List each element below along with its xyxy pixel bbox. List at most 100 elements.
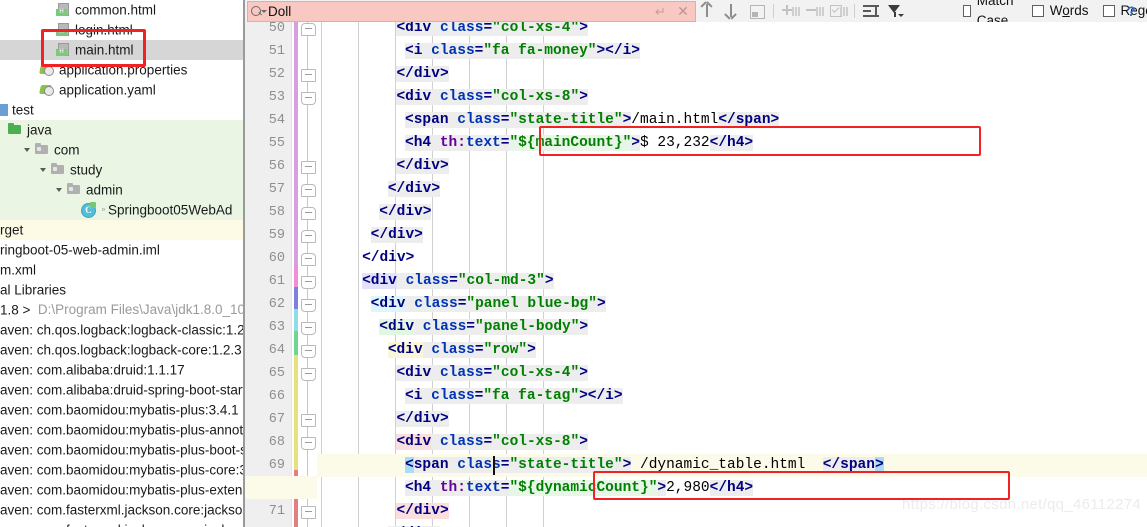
close-icon[interactable]: ✕ xyxy=(676,4,690,18)
checkbox-regex[interactable]: Regex xyxy=(1102,1,1147,21)
vcs-change-marker[interactable] xyxy=(294,265,298,287)
tree-item-login-html[interactable]: Hlogin.html xyxy=(0,20,245,40)
code-line[interactable]: <div class="col-xs-4"> xyxy=(317,362,1147,385)
tree-item-aven-com-alibaba-druid-spring-boot-start[interactable]: aven: com.alibaba:druid-spring-boot-star… xyxy=(0,380,245,400)
fold-marker[interactable] xyxy=(301,69,316,82)
code-line[interactable]: <div class="row"> xyxy=(317,339,1147,362)
code-line[interactable]: </div> xyxy=(317,178,1147,201)
code-line[interactable]: </div> xyxy=(317,201,1147,224)
find-in-path-toolbar[interactable]: Doll ↵ ✕ Match Case Words Reg ? xyxy=(245,0,1147,28)
fold-marker[interactable] xyxy=(301,207,316,220)
tree-item-aven-com-baomidou-mybatis-plus-3-4-1[interactable]: aven: com.baomidou:mybatis-plus:3.4.1 xyxy=(0,400,245,420)
code-folding-column[interactable] xyxy=(300,22,316,527)
tree-item-application-yaml[interactable]: application.yaml xyxy=(0,80,245,100)
tree-item-aven-ch-qos-logback-logback-core-1-2-3[interactable]: aven: ch.qos.logback:logback-core:1.2.3 xyxy=(0,340,245,360)
tree-item-java[interactable]: java xyxy=(0,120,245,140)
code-line[interactable]: <span class="state-title">/main.html</sp… xyxy=(317,109,1147,132)
line-number: 63 xyxy=(268,320,285,335)
tree-item-ringboot-05-web-admin-iml[interactable]: ringboot-05-web-admin.iml xyxy=(0,240,245,260)
code-line[interactable]: <div class="panel blue-bg"> xyxy=(317,293,1147,316)
funnel-icon[interactable] xyxy=(883,1,907,21)
vcs-change-marker[interactable] xyxy=(294,287,298,309)
help-icon[interactable]: ? xyxy=(1127,3,1136,19)
code-line[interactable]: </div> xyxy=(317,247,1147,270)
tree-item-aven-ch-qos-logback-logback-classic-1-2-3[interactable]: aven: ch.qos.logback:logback-classic:1.2… xyxy=(0,320,245,340)
twisty-icon[interactable] xyxy=(56,180,67,200)
code-line[interactable]: <div class="col-xs-8"> xyxy=(317,86,1147,109)
fold-marker[interactable] xyxy=(301,184,316,197)
tree-item-m-xml[interactable]: m.xml xyxy=(0,260,245,280)
vcs-change-marker[interactable] xyxy=(294,309,298,331)
select-box-icon[interactable] xyxy=(745,1,769,21)
checkbox-box-icon[interactable] xyxy=(1031,5,1044,17)
code-line[interactable]: </div> xyxy=(317,224,1147,247)
fold-marker[interactable] xyxy=(301,322,316,335)
return-icon[interactable]: ↵ xyxy=(655,5,669,18)
text-format-icon[interactable] xyxy=(859,1,883,21)
vcs-change-marker[interactable] xyxy=(294,22,298,265)
twisty-icon[interactable] xyxy=(40,160,51,180)
fold-marker[interactable] xyxy=(301,92,316,105)
code-line[interactable]: <div class="col-md-3"> xyxy=(317,270,1147,293)
fold-marker[interactable] xyxy=(301,23,316,36)
code-text-area[interactable]: <div class="col-xs-4"> <i class="fa fa-mo… xyxy=(317,22,1147,527)
tree-item-aven-com-baomidou-mybatis-plus-extensi[interactable]: aven: com.baomidou:mybatis-plus-extensi xyxy=(0,480,245,500)
project-tree-panel[interactable]: Hcommon.html Hlogin.html Hmain.html applica… xyxy=(0,0,245,527)
line-number: 72 xyxy=(245,523,285,527)
fold-marker[interactable] xyxy=(301,230,316,243)
tree-item-common-html[interactable]: Hcommon.html xyxy=(0,0,245,20)
checkbox-words[interactable]: Words xyxy=(1031,1,1089,21)
code-line[interactable]: </div> xyxy=(317,523,1147,527)
line-number: 64 xyxy=(268,343,285,358)
fold-marker[interactable] xyxy=(301,161,316,174)
tree-item-study[interactable]: study xyxy=(0,160,245,180)
code-line[interactable]: </div> xyxy=(317,155,1147,178)
tree-item-aven-com-baomidou-mybatis-plus-core-3[interactable]: aven: com.baomidou:mybatis-plus-core:3. xyxy=(0,460,245,480)
tree-item-test[interactable]: test xyxy=(0,100,245,120)
search-input[interactable]: Doll ↵ ✕ xyxy=(247,1,696,22)
tree-item-aven-com-baomidou-mybatis-plus-annota[interactable]: aven: com.baomidou:mybatis-plus-annota xyxy=(0,420,245,440)
tree-item-springboot05webad[interactable]: C ◦ Springboot05WebAd xyxy=(0,200,245,220)
code-editor[interactable]: 50 51 52 53 54 55 56 57 58 59 60 61 62 63 64 65 66 67 68 69… xyxy=(245,22,1147,527)
tree-item-admin[interactable]: admin xyxy=(0,180,245,200)
tree-item-main-html[interactable]: Hmain.html xyxy=(0,40,245,60)
code-line[interactable]: <div class="panel-body"> xyxy=(317,316,1147,339)
fold-marker[interactable] xyxy=(301,276,316,289)
line-number-gutter[interactable]: 50 51 52 53 54 55 56 57 58 59 60 61 62 63 64 65 66 67 68 69… xyxy=(245,22,291,527)
tree-item-rget[interactable]: rget xyxy=(0,220,245,240)
arrow-down-icon[interactable] xyxy=(721,1,745,21)
code-line[interactable]: <span class="state-title"> /dynamic_tabl… xyxy=(317,454,1147,477)
fold-marker[interactable] xyxy=(301,506,316,519)
code-line[interactable]: <i class="fa fa-tag"></i> xyxy=(317,385,1147,408)
code-line[interactable]: <div class="col-xs-8"> xyxy=(317,431,1147,454)
arrow-up-icon[interactable] xyxy=(697,1,721,21)
tree-item-aven-com-baomidou-mybatis-plus-boot-s[interactable]: aven: com.baomidou:mybatis-plus-boot-s xyxy=(0,440,245,460)
code-line[interactable]: <h4 th:text="${mainCount}">$ 23,232</h4> xyxy=(317,132,1147,155)
fold-marker[interactable] xyxy=(301,414,316,427)
tree-item-aven-com-fasterxml-jackson-core-jackson[interactable]: aven: com.fasterxml.jackson.core:jackson… xyxy=(0,520,245,527)
code-line[interactable]: <i class="fa fa-money"></i> xyxy=(317,40,1147,63)
fold-marker[interactable] xyxy=(301,368,316,381)
code-token: "col-xs-4" xyxy=(492,365,580,381)
tree-item-com[interactable]: com xyxy=(0,140,245,160)
vcs-change-marker[interactable] xyxy=(294,331,298,355)
checkbox-box-icon[interactable] xyxy=(1102,5,1115,17)
vcs-change-marker[interactable] xyxy=(294,355,298,470)
twisty-icon[interactable] xyxy=(24,140,35,160)
line-number: 57 xyxy=(268,182,285,197)
tree-item-1-8[interactable]: 1.8 > D:\Program Files\Java\jdk1.8.0_101 xyxy=(0,300,245,320)
code-line[interactable]: <div class="col-xs-4"> xyxy=(317,22,1147,40)
fold-marker[interactable] xyxy=(301,437,316,450)
text-caret xyxy=(493,456,495,475)
code-line[interactable]: </div> xyxy=(317,408,1147,431)
code-line[interactable]: </div> xyxy=(317,63,1147,86)
checkbox-box-icon[interactable] xyxy=(963,5,971,17)
tree-item-application-properties[interactable]: application.properties xyxy=(0,60,245,80)
fold-marker[interactable] xyxy=(301,345,316,358)
tree-item-aven-com-fasterxml-jackson-core-jackson[interactable]: aven: com.fasterxml.jackson.core:jackson… xyxy=(0,500,245,520)
fold-marker[interactable] xyxy=(301,253,316,266)
tree-item-al-libraries[interactable]: al Libraries xyxy=(0,280,245,300)
tree-item-aven-com-alibaba-druid-1-1-17[interactable]: aven: com.alibaba:druid:1.1.17 xyxy=(0,360,245,380)
tree-item-label: login.html xyxy=(75,22,133,38)
fold-marker[interactable] xyxy=(301,299,316,312)
